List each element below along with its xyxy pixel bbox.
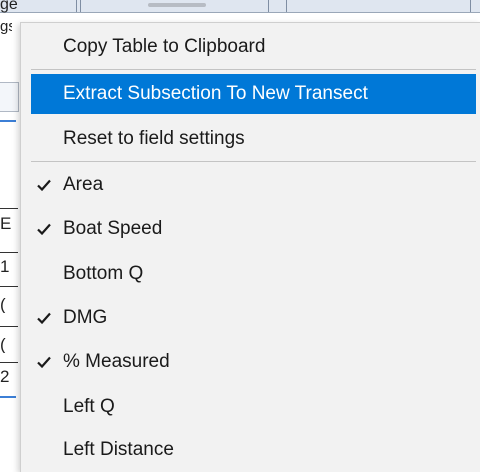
background-row-fragment: ( — [0, 336, 6, 353]
background-row-box — [0, 82, 19, 112]
column-separator — [470, 0, 471, 12]
column-separator — [76, 0, 77, 12]
column-separator — [268, 0, 269, 12]
menu-item-label: Bottom Q — [63, 263, 144, 284]
background-row-fragment: 2 — [0, 368, 10, 385]
menu-item-label: Left Distance — [63, 439, 174, 460]
background-row-fragment: 1 — [0, 258, 10, 275]
menu-item-percent-measured[interactable]: % Measured — [31, 342, 476, 382]
background-blue-line — [0, 396, 16, 398]
menu-item-label: Left Q — [63, 396, 115, 417]
menu-item-label: Copy Table to Clipboard — [63, 36, 266, 57]
background-row-line — [0, 362, 18, 363]
menu-item-dmg[interactable]: DMG — [31, 298, 476, 338]
menu-item-bottom-q[interactable]: Bottom Q — [31, 254, 476, 294]
menu-separator — [31, 161, 476, 162]
background-row-line — [0, 326, 18, 327]
checkmark-icon — [31, 342, 57, 382]
menu-item-reset-field-settings[interactable]: Reset to field settings — [31, 119, 476, 159]
background-row-fragment: ( — [0, 296, 6, 313]
background-row-line — [0, 252, 18, 253]
checkmark-icon — [31, 298, 57, 338]
menu-item-label: DMG — [63, 307, 108, 328]
menu-item-extract-subsection[interactable]: Extract Subsection To New Transect — [31, 74, 476, 114]
menu-item-area[interactable]: Area — [31, 165, 476, 205]
menu-item-left-q[interactable]: Left Q — [31, 387, 476, 427]
background-row-fragment: gs — [0, 18, 12, 35]
menu-item-copy-table[interactable]: Copy Table to Clipboard — [31, 27, 476, 67]
background-row-line — [0, 286, 18, 287]
background-header-fragment: ge — [0, 0, 18, 13]
background-blue-line — [0, 120, 16, 122]
menu-item-left-distance[interactable]: Left Distance — [31, 430, 476, 470]
column-separator — [286, 0, 287, 12]
menu-item-label: % Measured — [63, 351, 170, 372]
checkmark-icon — [31, 165, 57, 205]
context-menu: Copy Table to Clipboard Extract Subsecti… — [20, 22, 480, 472]
background-scroll-thumb[interactable] — [148, 3, 206, 7]
column-separator — [80, 0, 81, 12]
menu-item-label: Extract Subsection To New Transect — [63, 83, 368, 104]
menu-item-boat-speed[interactable]: Boat Speed — [31, 209, 476, 249]
background-table-header — [0, 0, 480, 13]
menu-separator — [31, 69, 476, 70]
background-row-line — [0, 208, 18, 209]
menu-item-label: Area — [63, 174, 104, 195]
menu-item-label: Boat Speed — [63, 218, 163, 239]
menu-item-label: Reset to field settings — [63, 128, 245, 149]
background-row-fragment: E — [0, 215, 12, 232]
checkmark-icon — [31, 209, 57, 249]
